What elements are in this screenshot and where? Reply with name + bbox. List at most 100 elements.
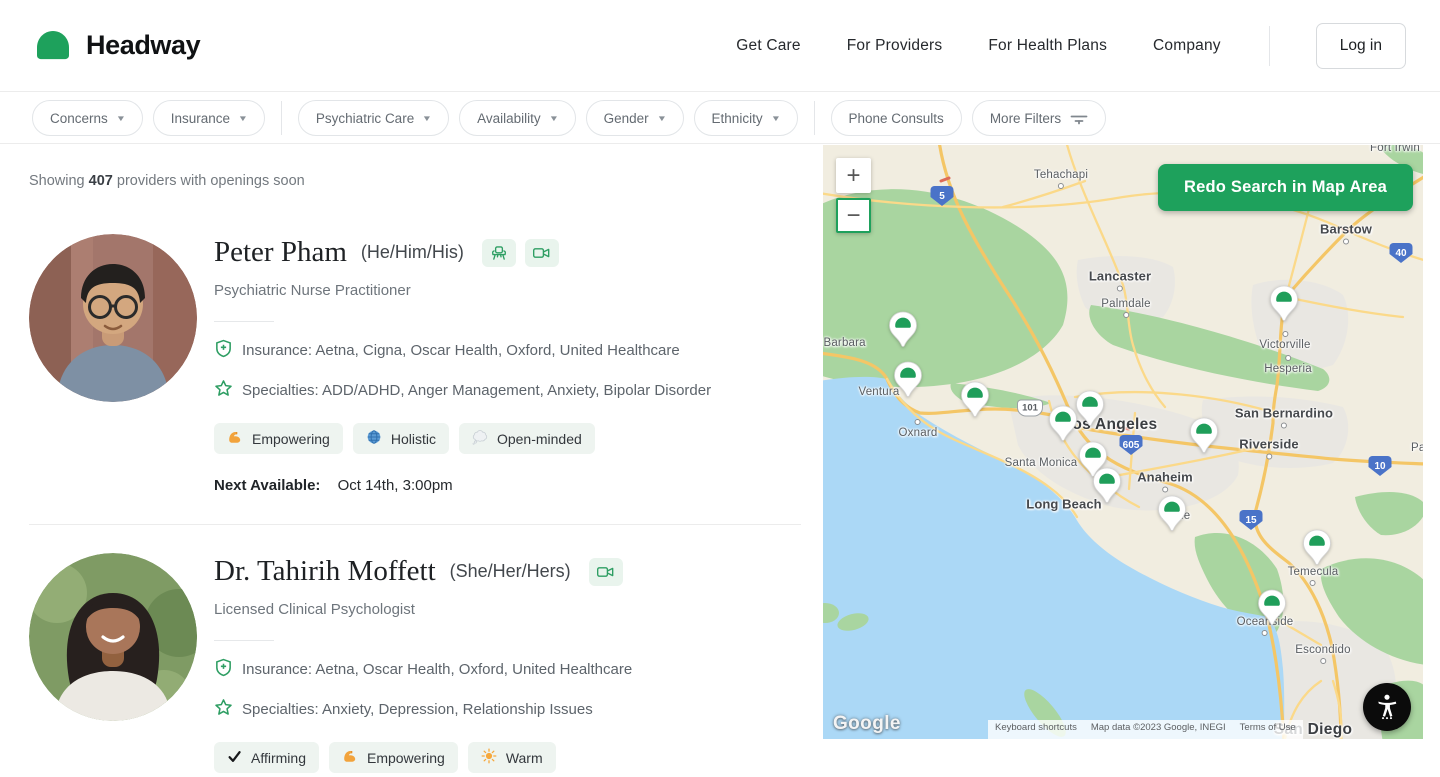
filter-ethnicity[interactable]: Ethnicity▼ bbox=[694, 100, 798, 136]
headway-logo[interactable]: Headway bbox=[34, 27, 200, 65]
card-separator bbox=[29, 524, 801, 525]
map[interactable]: Fort IrwinTehachapiBarstowLancasterPalmd… bbox=[823, 145, 1423, 739]
provider-results-list: Showing 407 providers with openings soon bbox=[0, 144, 823, 777]
filter-concerns[interactable]: Concerns▼ bbox=[32, 100, 143, 136]
filter-lines-icon bbox=[1070, 112, 1088, 125]
terms-of-use-link[interactable]: Terms of Use bbox=[1233, 720, 1303, 739]
chevron-down-icon: ▼ bbox=[238, 114, 248, 123]
provider-map-pin[interactable] bbox=[1075, 390, 1105, 427]
insurance-row: Insurance: Aetna, Oscar Health, Oxford, … bbox=[214, 658, 632, 681]
next-available-row: Next Available: Oct 14th, 3:00pm bbox=[214, 477, 711, 494]
map-attribution: Keyboard shortcuts Map data ©2023 Google… bbox=[988, 720, 1303, 739]
map-terrain bbox=[823, 145, 1423, 739]
globe-emoji bbox=[366, 429, 382, 448]
muscle-emoji bbox=[227, 429, 243, 448]
provider-map-pin[interactable] bbox=[1269, 285, 1299, 322]
personality-badges: Empowering Holistic Open-minded bbox=[214, 423, 711, 454]
personality-badge: Affirming bbox=[214, 742, 319, 773]
provider-map-pin[interactable] bbox=[1302, 529, 1332, 566]
results-summary: Showing 407 providers with openings soon bbox=[29, 173, 801, 189]
specialties-row: Specialties: Anxiety, Depression, Relati… bbox=[214, 698, 632, 721]
check-emoji bbox=[227, 749, 242, 767]
zoom-out-button[interactable]: − bbox=[836, 198, 871, 233]
filter-psychiatric-care[interactable]: Psychiatric Care▼ bbox=[298, 100, 449, 136]
personality-badge: Empowering bbox=[329, 742, 458, 773]
zoom-in-button[interactable]: + bbox=[836, 158, 871, 193]
star-icon bbox=[214, 379, 233, 402]
provider-map-pin[interactable] bbox=[1048, 405, 1078, 442]
personality-badge: Open-minded bbox=[459, 423, 595, 454]
accessibility-person-icon bbox=[1373, 692, 1401, 723]
personality-badge: Empowering bbox=[214, 423, 343, 454]
star-icon bbox=[214, 698, 233, 721]
personality-badge: Holistic bbox=[353, 423, 449, 454]
provider-pronouns: (She/Her/Hers) bbox=[450, 561, 571, 582]
nav-company[interactable]: Company bbox=[1153, 37, 1221, 55]
nav-divider bbox=[1269, 26, 1270, 66]
insurance-row: Insurance: Aetna, Cigna, Oscar Health, O… bbox=[214, 339, 711, 362]
muscle-emoji bbox=[342, 748, 358, 767]
provider-photo[interactable] bbox=[29, 553, 197, 721]
provider-title: Psychiatric Nurse Practitioner bbox=[214, 282, 711, 299]
provider-map-pin[interactable] bbox=[1189, 417, 1219, 454]
provider-map-pin[interactable] bbox=[1257, 589, 1287, 626]
chevron-down-icon: ▼ bbox=[116, 114, 126, 123]
provider-pronouns: (He/Him/His) bbox=[361, 242, 464, 263]
headway-logo-icon bbox=[34, 27, 72, 65]
nav-for-providers[interactable]: For Providers bbox=[847, 37, 943, 55]
provider-map-pin[interactable] bbox=[1092, 467, 1122, 504]
map-data-credit: Map data ©2023 Google, INEGI bbox=[1084, 720, 1233, 739]
filter-divider bbox=[814, 101, 815, 135]
map-zoom-controls: + − bbox=[836, 158, 871, 233]
filter-bar: Concerns▼ Insurance▼ Psychiatric Care▼ A… bbox=[0, 93, 1440, 144]
session-type-icons bbox=[589, 558, 623, 586]
provider-name[interactable]: Peter Pham bbox=[214, 236, 347, 269]
filter-phone-consults[interactable]: Phone Consults bbox=[831, 100, 962, 136]
personality-badges: Affirming Empowering Warm bbox=[214, 742, 632, 773]
provider-card: Peter Pham (He/Him/His) Psychiatric Nurs… bbox=[29, 234, 801, 494]
brand-wordmark: Headway bbox=[86, 30, 200, 61]
thought-balloon-emoji bbox=[472, 429, 488, 448]
provider-photo[interactable] bbox=[29, 234, 197, 402]
specialties-row: Specialties: ADD/ADHD, Anger Management,… bbox=[214, 379, 711, 402]
chevron-down-icon: ▼ bbox=[548, 114, 558, 123]
accessibility-widget-button[interactable] bbox=[1363, 683, 1411, 731]
nav-get-care[interactable]: Get Care bbox=[736, 37, 801, 55]
shield-plus-icon bbox=[214, 339, 233, 362]
chevron-down-icon: ▼ bbox=[656, 114, 666, 123]
page: Headway Get Care For Providers For Healt… bbox=[0, 0, 1440, 777]
redo-search-button[interactable]: Redo Search in Map Area bbox=[1158, 164, 1413, 211]
filter-insurance[interactable]: Insurance▼ bbox=[153, 100, 265, 136]
shield-plus-icon bbox=[214, 658, 233, 681]
provider-map-pin[interactable] bbox=[960, 381, 990, 418]
top-nav: Headway Get Care For Providers For Healt… bbox=[0, 0, 1440, 92]
personality-badge: Warm bbox=[468, 742, 556, 773]
next-available-time: Oct 14th, 3:00pm bbox=[338, 477, 453, 494]
session-type-icons bbox=[482, 239, 559, 267]
provider-details: Dr. Tahirih Moffett (She/Her/Hers) Licen… bbox=[214, 553, 632, 777]
filter-gender[interactable]: Gender▼ bbox=[586, 100, 684, 136]
nav-links: Get Care For Providers For Health Plans … bbox=[736, 23, 1406, 69]
provider-map-pin[interactable] bbox=[888, 311, 918, 348]
divider bbox=[214, 321, 274, 322]
provider-map-pin[interactable] bbox=[893, 361, 923, 398]
video-camera-icon bbox=[589, 558, 623, 586]
nav-for-health-plans[interactable]: For Health Plans bbox=[988, 37, 1107, 55]
login-button[interactable]: Log in bbox=[1316, 23, 1406, 69]
provider-map-pin[interactable] bbox=[1157, 495, 1187, 532]
filter-divider bbox=[281, 101, 282, 135]
sun-emoji bbox=[481, 748, 497, 767]
provider-title: Licensed Clinical Psychologist bbox=[214, 601, 632, 618]
results-count: 407 bbox=[89, 173, 113, 189]
provider-name[interactable]: Dr. Tahirih Moffett bbox=[214, 555, 436, 588]
provider-details: Peter Pham (He/Him/His) Psychiatric Nurs… bbox=[214, 234, 711, 494]
provider-card: Dr. Tahirih Moffett (She/Her/Hers) Licen… bbox=[29, 553, 801, 777]
keyboard-shortcuts-link[interactable]: Keyboard shortcuts bbox=[988, 720, 1084, 739]
chevron-down-icon: ▼ bbox=[770, 114, 780, 123]
chevron-down-icon: ▼ bbox=[422, 114, 432, 123]
google-logo: Google bbox=[833, 713, 901, 735]
filter-more-filters[interactable]: More Filters bbox=[972, 100, 1106, 136]
in-person-chair-icon bbox=[482, 239, 516, 267]
divider bbox=[214, 640, 274, 641]
filter-availability[interactable]: Availability▼ bbox=[459, 100, 575, 136]
